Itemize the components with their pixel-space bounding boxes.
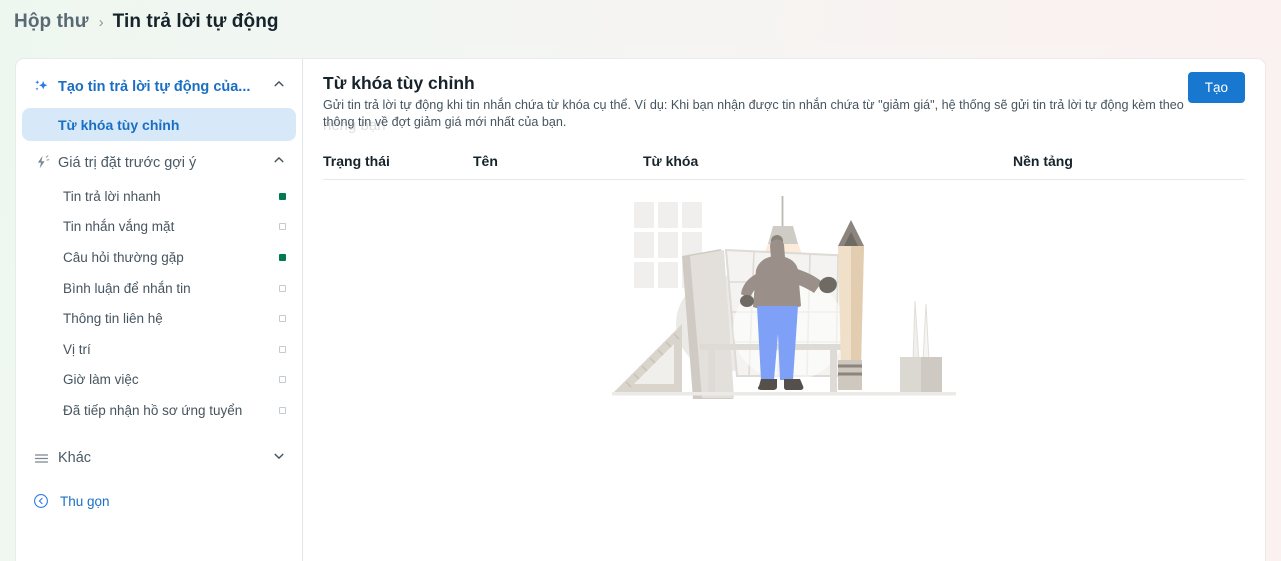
sidebar-item-custom-keyword[interactable]: Từ khóa tùy chỉnh [22, 108, 296, 141]
sidebar-item-label: Từ khóa tùy chỉnh [58, 116, 180, 133]
sidebar-collapse-label: Thu gọn [60, 493, 110, 509]
sidebar-preset-list: Tin trả lời nhanh Tin nhắn vắng mặt Câu … [16, 181, 302, 426]
sidebar-group-suggested-presets[interactable]: Giá trị đặt trước gợi ý [22, 144, 296, 181]
sidebar-group-other[interactable]: Khác [22, 440, 296, 477]
sidebar-item-label: Tin nhắn vắng mặt [63, 219, 175, 235]
page-body: Tạo tin trả lời tự động của... Từ khóa t… [0, 44, 1281, 561]
column-header-name: Tên [473, 153, 498, 169]
lightning-icon [30, 154, 52, 171]
status-badge [279, 315, 286, 323]
list-item[interactable]: Câu hỏi thường gặp [22, 242, 296, 273]
list-item[interactable]: Tin nhắn vắng mặt [22, 212, 296, 243]
sidebar-group-create-autoreply[interactable]: Tạo tin trả lời tự động của... [22, 68, 296, 105]
sidebar-item-label: Đã tiếp nhận hồ sơ ứng tuyển [63, 402, 243, 418]
status-badge [279, 253, 286, 261]
sidebar-item-label: Vị trí [63, 341, 91, 357]
sidebar-group-label: Tạo tin trả lời tự động của... [58, 78, 251, 95]
list-item[interactable]: Bình luận để nhắn tin [22, 273, 296, 304]
hamburger-icon [30, 450, 52, 467]
sidebar: Tạo tin trả lời tự động của... Từ khóa t… [16, 59, 303, 561]
collapse-left-icon [30, 493, 52, 509]
list-item[interactable]: Tin trả lời nhanh [22, 181, 296, 212]
status-badge [279, 284, 286, 292]
sidebar-item-label: Tin trả lời nhanh [63, 188, 161, 204]
list-item[interactable]: Vị trí [22, 334, 296, 365]
column-header-status: Trạng thái [323, 153, 390, 169]
section-title: Từ khóa tùy chỉnh [323, 73, 475, 93]
list-item[interactable]: Giờ làm việc [22, 365, 296, 396]
sparkle-icon [30, 78, 52, 95]
sidebar-item-label: Câu hỏi thường gặp [63, 249, 184, 265]
column-header-keyword: Từ khóa [643, 153, 699, 169]
drafting-desk-illustration [612, 196, 956, 399]
sidebar-item-label: Giờ làm việc [63, 372, 139, 388]
status-badge [279, 376, 286, 384]
sidebar-collapse-button[interactable]: Thu gọn [22, 483, 296, 520]
breadcrumb-parent[interactable]: Hộp thư [14, 11, 89, 33]
app-root: Hộp thư › Tin trả lời tự động Tạo tin tr… [0, 0, 1281, 561]
empty-state [323, 194, 1245, 409]
list-item[interactable]: Đã tiếp nhận hồ sơ ứng tuyển [22, 395, 296, 426]
chevron-up-icon[interactable] [272, 153, 288, 172]
status-badge [279, 192, 286, 200]
sidebar-item-label: Thông tin liên hệ [63, 311, 163, 327]
breadcrumb: Hộp thư › Tin trả lời tự động [0, 0, 1281, 44]
list-item[interactable]: Thông tin liên hệ [22, 303, 296, 334]
main-panel: riêng bạn Từ khóa tùy chỉnh Gửi tin trả … [303, 59, 1265, 561]
section-description: Gửi tin trả lời tự động khi tin nhắn chứ… [323, 98, 1184, 129]
status-badge [279, 223, 286, 231]
chevron-right-icon: › [98, 13, 104, 31]
status-badge [279, 406, 286, 414]
content-card: Tạo tin trả lời tự động của... Từ khóa t… [16, 59, 1265, 561]
sidebar-group-label: Giá trị đặt trước gợi ý [58, 154, 197, 171]
status-badge [279, 345, 286, 353]
sidebar-item-label: Bình luận để nhắn tin [63, 280, 191, 296]
chevron-up-icon[interactable] [272, 77, 288, 96]
chevron-down-icon[interactable] [272, 449, 288, 468]
table-header-row: Trạng thái Tên Từ khóa Nền tảng [323, 153, 1245, 180]
column-header-platform: Nền tảng [1013, 153, 1073, 169]
page-title: Tin trả lời tự động [112, 11, 279, 32]
sidebar-group-label: Khác [58, 450, 92, 467]
